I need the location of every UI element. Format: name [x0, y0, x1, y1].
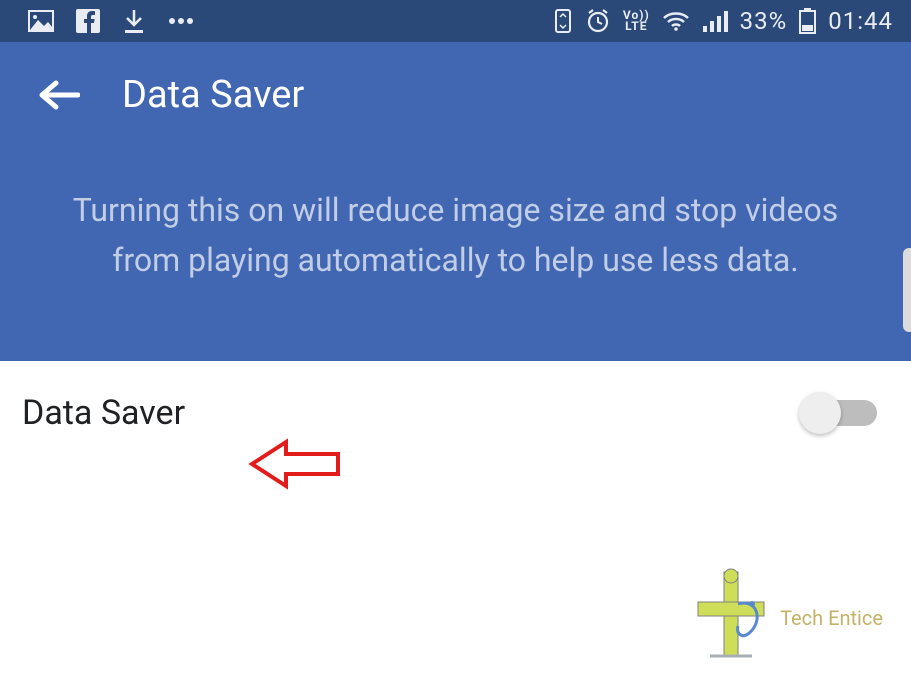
download-icon	[122, 8, 146, 34]
battery-icon	[799, 8, 816, 34]
status-bar: Vo)) LTE 33% 01:44	[0, 0, 911, 42]
page-title: Data Saver	[122, 73, 304, 117]
back-arrow-icon[interactable]	[38, 79, 80, 111]
data-saver-row[interactable]: Data Saver	[0, 361, 911, 465]
wifi-icon	[662, 10, 690, 32]
signal-icon	[702, 10, 728, 32]
watermark-text: Tech Entice	[780, 606, 883, 630]
clock-text: 01:44	[828, 7, 893, 35]
volte-icon: Vo)) LTE	[623, 10, 650, 32]
app-bar: Data Saver	[0, 42, 911, 148]
status-left-group	[28, 8, 194, 34]
data-saver-toggle[interactable]	[803, 400, 877, 426]
status-right-group: Vo)) LTE 33% 01:44	[553, 7, 893, 35]
description-block: Turning this on will reduce image size a…	[0, 148, 911, 361]
toggle-knob	[799, 392, 841, 434]
more-icon	[168, 17, 194, 25]
alarm-icon	[585, 8, 611, 34]
edge-tab[interactable]	[903, 248, 911, 332]
data-usage-icon	[553, 9, 573, 33]
watermark: Tech Entice	[692, 568, 883, 668]
battery-percent-text: 33%	[740, 7, 788, 35]
picture-icon	[28, 10, 54, 32]
data-saver-label: Data Saver	[22, 393, 185, 433]
watermark-logo-icon	[692, 568, 770, 668]
facebook-icon	[76, 9, 100, 33]
description-text: Turning this on will reduce image size a…	[70, 186, 841, 285]
